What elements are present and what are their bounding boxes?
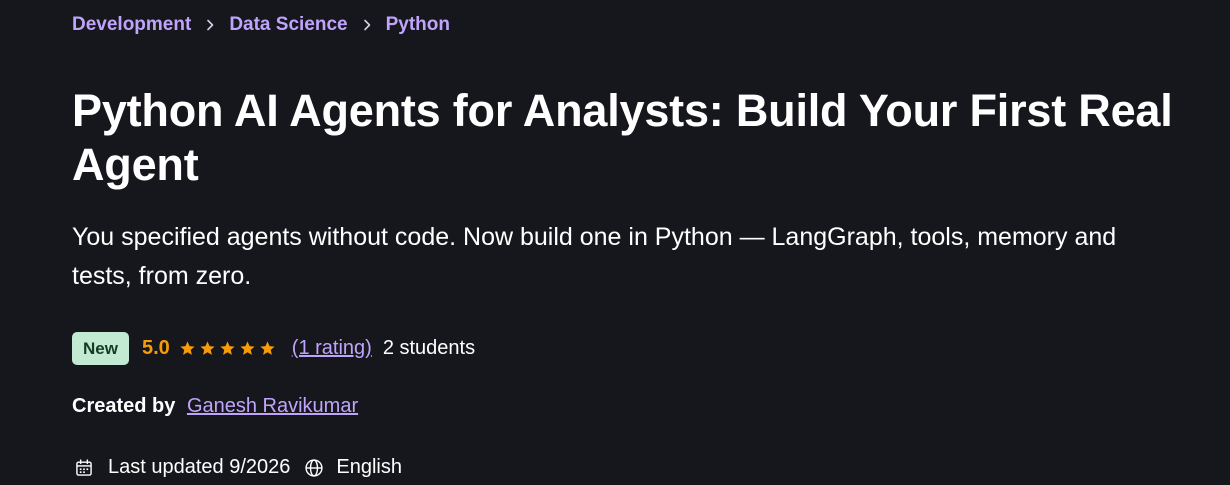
breadcrumb-item-data-science[interactable]: Data Science	[229, 13, 347, 37]
created-by: Created by Ganesh Ravikumar	[72, 395, 358, 418]
course-meta: New 5.0 (1 rating) 2 students	[72, 332, 475, 365]
star-icon	[240, 341, 255, 355]
last-updated: Last updated 9/2026	[108, 456, 291, 478]
course-header: Development Data Science Python Python A…	[0, 0, 1230, 485]
star-icon	[180, 341, 195, 355]
course-subtitle: You specified agents without code. Now b…	[72, 223, 1117, 290]
star-icon	[260, 341, 275, 355]
chevron-right-icon	[362, 19, 372, 31]
globe-icon	[304, 458, 324, 478]
breadcrumb-item-development[interactable]: Development	[72, 13, 191, 37]
calendar-icon	[74, 458, 94, 478]
rating-count-link[interactable]: (1 rating)	[292, 337, 372, 360]
created-by-label: Created by	[72, 395, 176, 417]
course-title: Python AI Agents for Analysts: Build You…	[72, 85, 1173, 190]
new-badge: New	[72, 332, 129, 365]
rating-stars	[179, 340, 279, 357]
instructor-link[interactable]: Ganesh Ravikumar	[187, 395, 358, 417]
breadcrumb-item-python[interactable]: Python	[386, 13, 450, 37]
star-icon	[200, 341, 215, 355]
student-count: 2 students	[382, 337, 476, 359]
breadcrumb: Development Data Science Python	[72, 13, 450, 37]
course-details: Last updated 9/2026 English	[72, 456, 402, 479]
rating-value: 5.0	[141, 337, 170, 359]
chevron-right-icon	[205, 19, 215, 31]
star-icon	[220, 341, 235, 355]
course-language: English	[336, 456, 402, 478]
